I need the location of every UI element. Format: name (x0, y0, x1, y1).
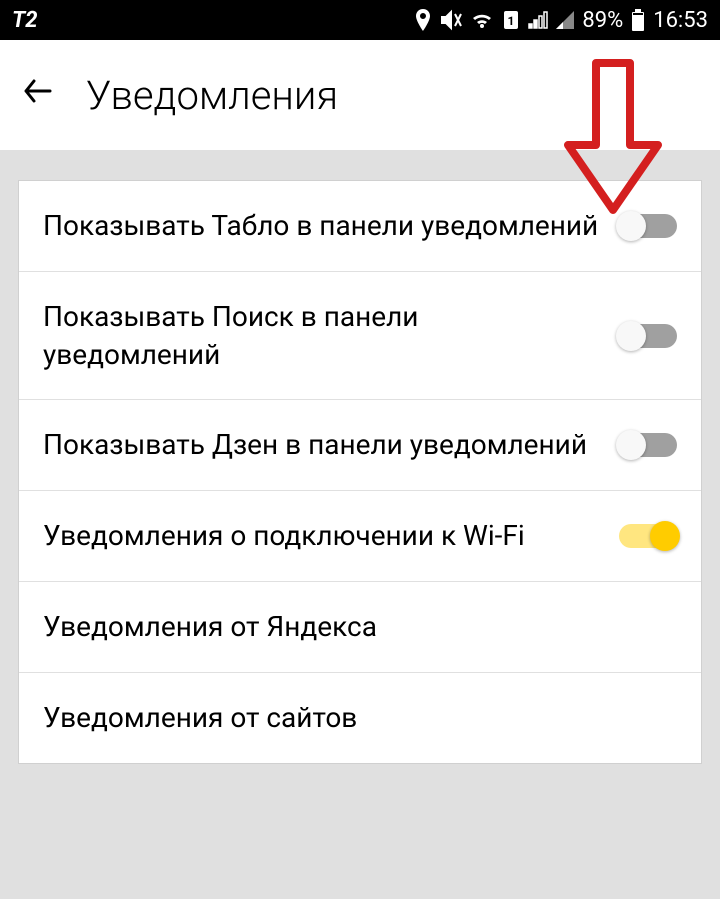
battery-pct: 89% (582, 8, 623, 33)
setting-tablo-notification[interactable]: Показывать Табло в панели уведомлений (19, 181, 701, 272)
signal1-icon (528, 11, 548, 29)
content-area: Показывать Табло в панели уведомлений По… (0, 150, 720, 899)
sim-icon: 1 (502, 9, 520, 31)
setting-label: Показывать Табло в панели уведомлений (43, 207, 599, 245)
setting-label: Показывать Дзен в панели уведомлений (43, 426, 599, 464)
setting-wifi-notification[interactable]: Уведомления о подключении к Wi-Fi (19, 491, 701, 582)
carrier-label: T2 (12, 8, 37, 33)
status-icons: 1 89% 16:53 (414, 8, 708, 33)
page-title: Уведомления (86, 72, 338, 119)
wifi-icon (470, 10, 494, 30)
battery-icon (631, 9, 645, 31)
setting-search-notification[interactable]: Показывать Поиск в панели уведомлений (19, 272, 701, 401)
toggle-tablo[interactable] (619, 214, 677, 238)
toggle-knob (616, 211, 646, 241)
setting-label: Уведомления от Яндекса (43, 608, 677, 646)
toggle-knob (650, 521, 680, 551)
mute-icon (440, 9, 462, 31)
time-label: 16:53 (653, 8, 708, 33)
back-arrow-icon[interactable] (20, 72, 56, 119)
toggle-knob (616, 321, 646, 351)
svg-text:1: 1 (508, 14, 515, 28)
toggle-knob (616, 430, 646, 460)
settings-panel: Показывать Табло в панели уведомлений По… (18, 180, 702, 764)
app-header: Уведомления (0, 40, 720, 150)
status-bar: T2 1 89% 16:53 (0, 0, 720, 40)
toggle-zen[interactable] (619, 433, 677, 457)
signal2-icon (556, 11, 574, 29)
setting-zen-notification[interactable]: Показывать Дзен в панели уведомлений (19, 400, 701, 491)
setting-site-notifications[interactable]: Уведомления от сайтов (19, 673, 701, 763)
setting-label: Показывать Поиск в панели уведомлений (43, 298, 599, 374)
setting-label: Уведомления о подключении к Wi-Fi (43, 517, 599, 555)
location-icon (414, 9, 432, 31)
setting-label: Уведомления от сайтов (43, 699, 677, 737)
setting-yandex-notifications[interactable]: Уведомления от Яндекса (19, 582, 701, 673)
toggle-wifi[interactable] (619, 524, 677, 548)
toggle-search[interactable] (619, 324, 677, 348)
